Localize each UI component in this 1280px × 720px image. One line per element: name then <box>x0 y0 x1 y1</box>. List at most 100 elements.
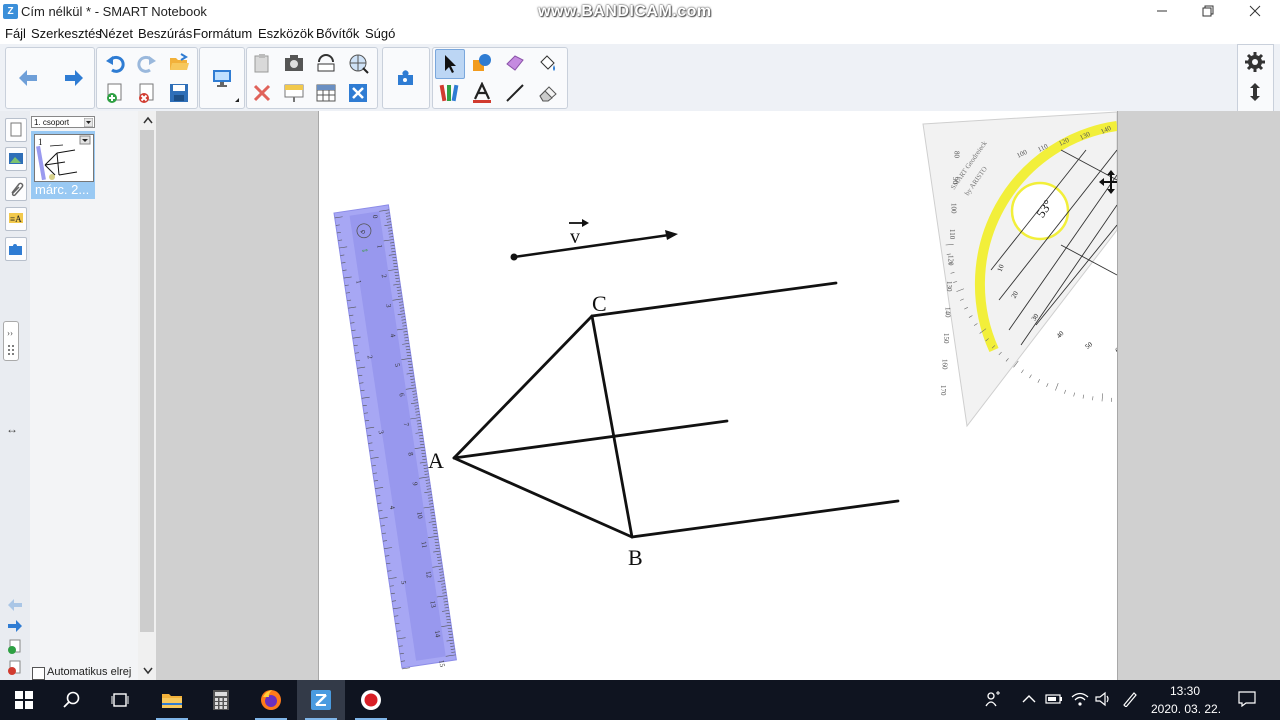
clock-time[interactable]: 13:30 <box>1170 684 1200 698</box>
sidebar-collapse-handle[interactable]: ›› <box>3 321 19 361</box>
open-file-button[interactable] <box>165 49 193 77</box>
chevron-down-icon[interactable] <box>143 667 153 675</box>
drawing-tools-group <box>432 47 568 109</box>
ruler-cm-label: 15 <box>437 659 446 668</box>
delete-button[interactable] <box>248 79 276 107</box>
fill-tool-button[interactable] <box>534 49 562 77</box>
close-button[interactable] <box>1232 0 1278 24</box>
window-title: Cím nélkül * - SMART Notebook <box>21 4 207 19</box>
clipboard-group <box>246 47 378 109</box>
undo-button[interactable] <box>101 49 129 77</box>
segment-ab[interactable] <box>452 456 634 539</box>
move-toolbar-button[interactable] <box>1241 78 1269 106</box>
redo-button[interactable] <box>133 49 161 77</box>
menu-addons[interactable]: Bővítők <box>316 26 359 41</box>
menu-file[interactable]: Fájl <box>5 26 26 41</box>
select-tool-button[interactable] <box>435 49 465 79</box>
segment-ac[interactable] <box>452 314 594 460</box>
sorter-scroll-thumb[interactable] <box>140 130 154 632</box>
search-button[interactable] <box>48 680 96 720</box>
display-dropdown-arrow[interactable] <box>235 98 239 102</box>
battery-icon[interactable] <box>1045 692 1063 706</box>
settings-button[interactable] <box>1241 48 1269 76</box>
screen-shade-button[interactable] <box>280 79 308 107</box>
notebook-page[interactable]: ⟲ ⇔ 0 1 2 3 4 5 6 7 8 9 10 11 12 13 14 15 12345 53° SMA… <box>318 111 1118 680</box>
ruler[interactable]: ⟲ ⇔ 0123456789101112131415 12345 <box>333 204 457 674</box>
select-icon <box>445 55 456 73</box>
fullscreen-button[interactable] <box>344 79 372 107</box>
protractor-inner-label: 60 <box>1114 344 1117 355</box>
clock-date[interactable]: 2020. 03. 22. <box>1151 702 1221 716</box>
task-view-button[interactable] <box>96 680 144 720</box>
translation-line-a[interactable] <box>452 419 729 460</box>
shape-recognition-button[interactable] <box>344 49 372 77</box>
taskbar-calculator[interactable] <box>197 680 245 720</box>
tab-page-sorter[interactable] <box>5 118 27 142</box>
wifi-icon[interactable] <box>1071 691 1089 707</box>
chevron-up-icon[interactable] <box>143 116 153 124</box>
delete-page-button[interactable] <box>133 79 161 107</box>
protractor[interactable]: 53° SMART Geodreieck by ARISTO 170160150… <box>922 111 1117 428</box>
segment-bc[interactable] <box>590 314 634 539</box>
start-button[interactable] <box>0 680 48 720</box>
display-button[interactable] <box>208 64 236 92</box>
add-page-button[interactable] <box>101 79 129 107</box>
people-icon[interactable] <box>985 690 1001 708</box>
auto-hide-checkbox[interactable] <box>32 667 45 680</box>
volume-icon[interactable] <box>1095 691 1111 707</box>
restore-icon <box>1202 5 1214 17</box>
translation-line-b[interactable] <box>630 499 900 539</box>
text-tool-button[interactable] <box>468 79 496 107</box>
magic-eraser-button[interactable] <box>501 49 529 77</box>
minimize-button[interactable] <box>1139 0 1185 24</box>
page-canvas[interactable]: ⟲ ⇔ 0123456789101112131415 12345 53° SMA… <box>319 111 1117 680</box>
tab-attachments[interactable] <box>5 177 27 201</box>
resize-horizontal-icon[interactable]: ↔ <box>6 422 18 436</box>
page-thumbnail[interactable]: 1 <box>34 134 94 182</box>
line-tool-button[interactable] <box>501 79 529 107</box>
save-button[interactable] <box>165 79 193 107</box>
menu-tools[interactable]: Eszközök <box>258 26 314 41</box>
menu-help[interactable]: Súgó <box>365 26 395 41</box>
paste-button[interactable] <box>248 49 276 77</box>
paste-icon <box>254 54 269 73</box>
menu-edit[interactable]: Szerkesztés <box>31 26 102 41</box>
menu-insert[interactable]: Beszúrás <box>138 26 192 41</box>
notification-icon[interactable] <box>1238 691 1256 707</box>
taskbar-file-explorer[interactable] <box>148 680 196 720</box>
group-select[interactable]: 1. csoport <box>31 116 95 128</box>
restore-button[interactable] <box>1185 0 1231 24</box>
pens-tool-button[interactable] <box>435 79 463 107</box>
grip-icon: ›› <box>7 328 14 355</box>
arrow-left-icon[interactable] <box>6 598 24 612</box>
next-page-button[interactable] <box>60 64 88 92</box>
screenshot-button[interactable] <box>280 49 308 77</box>
tab-gallery[interactable] <box>5 147 27 171</box>
delete-page-icon[interactable] <box>6 660 22 676</box>
menu-view[interactable]: Nézet <box>99 26 133 41</box>
taskbar-firefox[interactable] <box>247 680 295 720</box>
thumbnail-number: 1 <box>38 137 43 147</box>
chevron-up-icon[interactable] <box>1022 694 1036 704</box>
vector-v[interactable]: v <box>510 219 679 261</box>
taskbar-smart-notebook[interactable] <box>297 680 345 720</box>
capture-button[interactable] <box>312 49 340 77</box>
delete-page-icon <box>139 83 154 103</box>
eraser-tool-button[interactable] <box>534 79 562 107</box>
table-button[interactable] <box>312 79 340 107</box>
menu-format[interactable]: Formátum <box>193 26 252 41</box>
menu-bar: Fájl Szerkesztés Nézet Beszúrás Formátum… <box>0 24 1280 44</box>
add-page-icon[interactable] <box>6 639 22 655</box>
geometry-figure[interactable] <box>452 281 900 539</box>
tab-addons[interactable] <box>5 237 27 261</box>
shapes-tool-button[interactable] <box>468 49 496 77</box>
translation-line-c[interactable] <box>590 281 838 318</box>
previous-page-button[interactable] <box>14 64 42 92</box>
pen-icon[interactable] <box>1121 691 1137 707</box>
addons-button[interactable] <box>392 64 420 92</box>
addons-group <box>382 47 430 109</box>
tab-properties[interactable]: ≡A <box>5 207 27 231</box>
shapes-icon <box>473 54 491 71</box>
arrow-right-icon[interactable] <box>6 619 24 633</box>
taskbar-bandicam[interactable] <box>347 680 395 720</box>
